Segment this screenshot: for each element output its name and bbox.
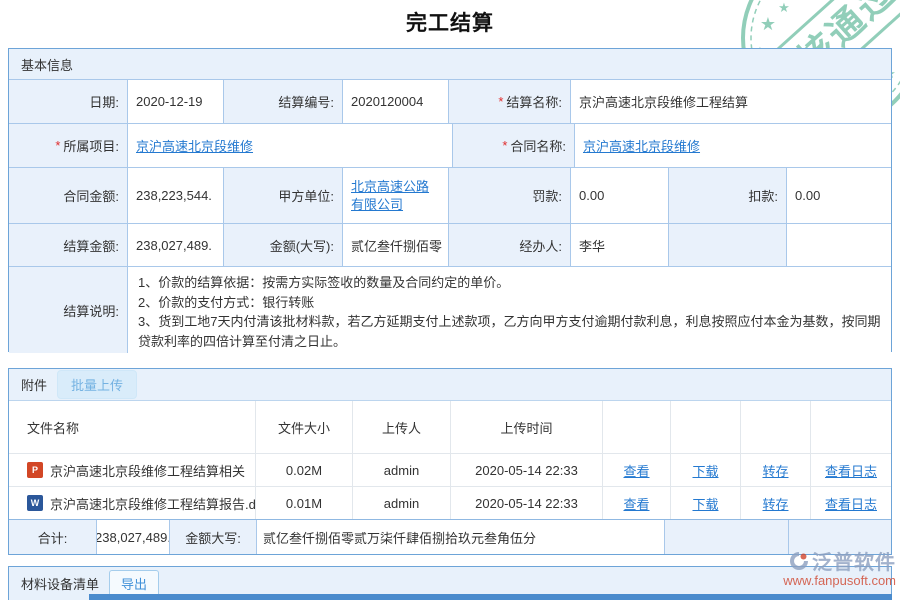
note-line-1: 1、价款的结算依据：按需方实际签收的数量及合同约定的单价。 [138,273,881,293]
batch-upload-button[interactable]: 批量上传 [57,370,137,399]
total-label: 合计: [9,520,96,554]
row-date: 日期: 2020-12-19 结算编号: 2020120004 * 结算名称: … [9,79,891,123]
col-action-1 [602,401,670,453]
attachments-header: 附件 批量上传 [9,369,891,401]
deduction-value: 0.00 [786,168,891,223]
required-mark: * [502,138,507,153]
file-name: 京沪高速北京段维修工程结算相关 [50,461,245,480]
download-link[interactable]: 下载 [692,494,718,513]
view-link[interactable]: 查看 [623,461,649,480]
party-a-cell: 北京高速公路有限公司 [342,168,448,223]
basic-info-title: 基本信息 [21,55,73,74]
materials-section: 材料设备清单 导出 [8,566,892,600]
view-log-link[interactable]: 查看日志 [825,494,877,513]
col-uploader: 上传人 [352,401,450,453]
required-mark: * [498,94,503,109]
attachments-title: 附件 [21,375,47,394]
settlement-amount-label: 结算金额: [9,224,127,266]
powerpoint-file-icon: P [27,462,43,478]
handler-label: 经办人: [448,224,570,266]
empty-label-cell [668,224,786,266]
file-size: 0.02M [255,454,352,486]
attachments-section: 附件 批量上传 文件名称 文件大小 上传人 上传时间 P 京沪高速北京段维修工程… [8,368,892,555]
basic-info-section: 基本信息 日期: 2020-12-19 结算编号: 2020120004 * 结… [8,48,892,352]
project-label-text: 所属项目: [63,136,119,155]
contract-name-cell: 京沪高速北京段维修 [574,124,891,167]
file-name-cell: W 京沪高速北京段维修工程结算报告.d [9,487,255,519]
col-action-3 [740,401,810,453]
transfer-save-link[interactable]: 转存 [762,494,788,513]
date-label: 日期: [9,80,127,123]
amount-words-label: 金额(大写): [223,224,342,266]
note-line-2: 2、价款的支付方式：银行转账 [138,293,881,313]
export-button[interactable]: 导出 [109,570,159,597]
col-file-size: 文件大小 [255,401,352,453]
party-a-label: 甲方单位: [223,168,342,223]
deduction-label: 扣款: [668,168,786,223]
attachments-table-header: 文件名称 文件大小 上传人 上传时间 [9,401,891,453]
file-uploader: admin [352,487,450,519]
view-link[interactable]: 查看 [623,494,649,513]
file-name-cell: P 京沪高速北京段维修工程结算相关 [9,454,255,486]
contract-name-link[interactable]: 京沪高速北京段维修 [583,136,700,155]
project-link[interactable]: 京沪高速北京段维修 [136,136,253,155]
row-contract-amount: 合同金额: 238,223,544. 甲方单位: 北京高速公路有限公司 罚款: … [9,167,891,223]
settlement-name-label: * 结算名称: [448,80,570,123]
row-project: * 所属项目: 京沪高速北京段维修 * 合同名称: 京沪高速北京段维修 [9,123,891,167]
settlement-note-content: 1、价款的结算依据：按需方实际签收的数量及合同约定的单价。 2、价款的支付方式：… [127,267,891,353]
materials-title: 材料设备清单 [21,574,99,593]
file-name: 京沪高速北京段维修工程结算报告.d [50,494,255,513]
col-action-4 [810,401,891,453]
materials-table-header-strip [89,594,892,600]
col-upload-time: 上传时间 [450,401,602,453]
settlement-number-label: 结算编号: [223,80,342,123]
download-link[interactable]: 下载 [692,461,718,480]
file-size: 0.01M [255,487,352,519]
row-settlement-note: 结算说明: 1、价款的结算依据：按需方实际签收的数量及合同约定的单价。 2、价款… [9,266,891,353]
file-row: P 京沪高速北京段维修工程结算相关 0.02M admin 2020-05-14… [9,453,891,486]
total-empty-cell [788,520,891,554]
total-row: 合计: 238,027,489. 金额大写: 贰亿叁仟捌佰零贰万柒仟肆佰捌拾玖元… [9,519,891,554]
word-file-icon: W [27,495,43,511]
settlement-note-label: 结算说明: [9,267,127,353]
project-cell: 京沪高速北京段维修 [127,124,452,167]
project-label: * 所属项目: [9,124,127,167]
contract-amount-value: 238,223,544. [127,168,223,223]
contract-name-label-text: 合同名称: [510,136,566,155]
empty-value-cell [786,224,891,266]
amount-words-value: 贰亿叁仟捌佰零 [342,224,448,266]
view-log-link[interactable]: 查看日志 [825,461,877,480]
penalty-label: 罚款: [448,168,570,223]
penalty-value: 0.00 [570,168,668,223]
settlement-name-label-text: 结算名称: [506,92,562,111]
date-value: 2020-12-19 [127,80,223,123]
settlement-amount-value: 238,027,489. [127,224,223,266]
contract-amount-label: 合同金额: [9,168,127,223]
contract-name-label: * 合同名称: [452,124,574,167]
party-a-link[interactable]: 北京高速公路有限公司 [351,178,440,213]
file-upload-time: 2020-05-14 22:33 [450,487,602,519]
total-words-label: 金额大写: [169,520,256,554]
settlement-name-value: 京沪高速北京段维修工程结算 [570,80,891,123]
file-uploader: admin [352,454,450,486]
row-settlement-amount: 结算金额: 238,027,489. 金额(大写): 贰亿叁仟捌佰零 经办人: … [9,223,891,266]
file-upload-time: 2020-05-14 22:33 [450,454,602,486]
settlement-number-value: 2020120004 [342,80,448,123]
total-empty-cell [664,520,788,554]
basic-info-header: 基本信息 [9,49,891,79]
transfer-save-link[interactable]: 转存 [762,461,788,480]
total-value: 238,027,489. [96,520,169,554]
file-row: W 京沪高速北京段维修工程结算报告.d 0.01M admin 2020-05-… [9,486,891,519]
col-action-2 [670,401,740,453]
col-file-name: 文件名称 [9,401,255,453]
total-words-value: 贰亿叁仟捌佰零贰万柒仟肆佰捌拾玖元叁角伍分 [256,520,664,554]
required-mark: * [55,138,60,153]
note-line-3: 3、货到工地7天内付清该批材料款，若乙方延期支付上述款项，乙方向甲方支付逾期付款… [138,312,881,351]
page-title: 完工结算 [0,7,900,37]
handler-value: 李华 [570,224,668,266]
